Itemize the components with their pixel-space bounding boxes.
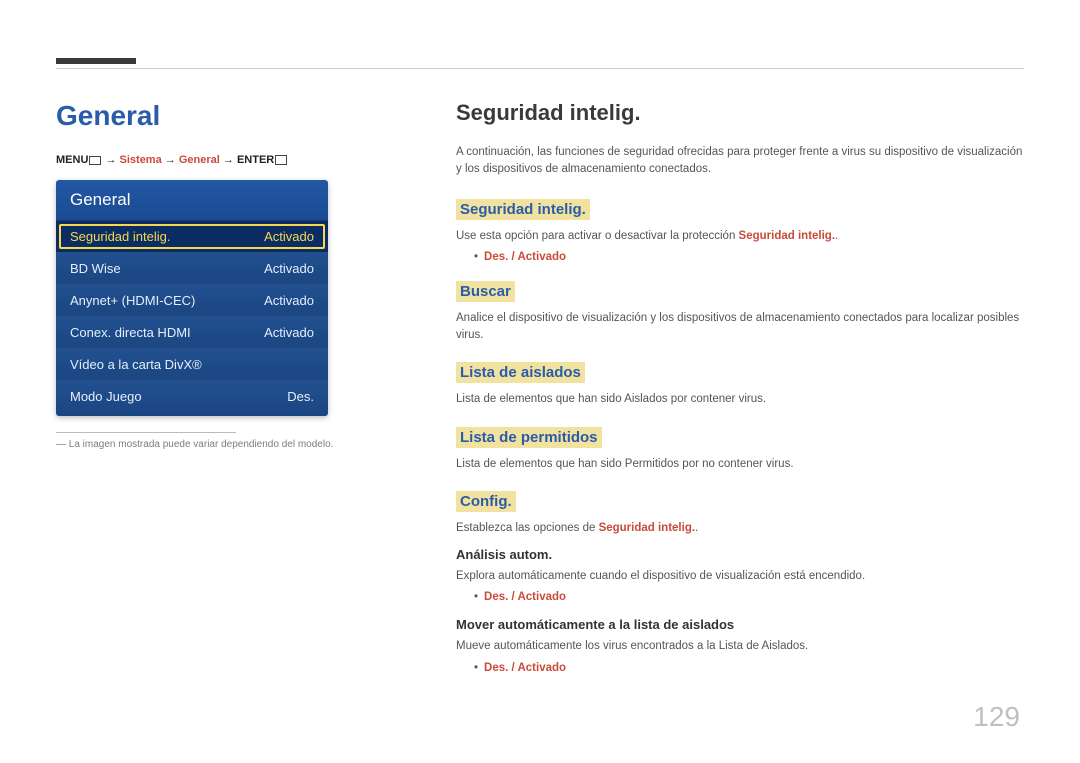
footnote-dash: ― <box>56 439 66 450</box>
menu-row-value: Activado <box>264 325 314 340</box>
intro-text: A continuación, las funciones de segurid… <box>456 144 1024 179</box>
sub-heading: Análisis autom. <box>456 547 1024 562</box>
menu-row-label: Seguridad intelig. <box>70 229 170 244</box>
menu-row-label: Vídeo a la carta DivX® <box>70 357 202 372</box>
option-bullet: • Des. / Activado <box>474 591 1024 603</box>
breadcrumb-arrow: → <box>105 154 119 166</box>
text: . <box>695 522 698 534</box>
subsection-title: Lista de permitidos <box>456 427 602 448</box>
section-heading: Seguridad intelig. <box>456 100 1024 126</box>
bullet-dot: • <box>474 591 478 603</box>
menu-icon <box>89 156 101 165</box>
text: Establezca las opciones de <box>456 522 599 534</box>
subsection-body: Establezca las opciones de Seguridad int… <box>456 520 1024 537</box>
menu-row-value: Activado <box>264 229 314 244</box>
breadcrumb: MENU → Sistema → General → ENTER <box>56 154 386 166</box>
menu-row-label: Conex. directa HDMI <box>70 325 191 340</box>
subsection-permitidos: Lista de permitidos Lista de elementos q… <box>456 423 1024 473</box>
subsection-title: Buscar <box>456 281 515 302</box>
text-highlight: Seguridad intelig. <box>599 522 695 534</box>
enter-icon <box>275 155 287 165</box>
menu-row-seguridad[interactable]: Seguridad intelig. Activado <box>56 220 328 252</box>
option-bullet: • Des. / Activado <box>474 662 1024 674</box>
option-values: Des. / Activado <box>484 591 566 603</box>
breadcrumb-arrow: → <box>223 154 237 166</box>
menu-row-value: Activado <box>264 293 314 308</box>
option-values: Des. / Activado <box>484 662 566 674</box>
option-values: Des. / Activado <box>484 251 566 263</box>
footnote-divider <box>56 432 236 433</box>
subsection-config: Config. Establezca las opciones de Segur… <box>456 487 1024 674</box>
subsection-body: Analice el dispositivo de visualización … <box>456 310 1024 345</box>
left-column: General MENU → Sistema → General → ENTER… <box>56 100 386 450</box>
menu-panel-header: General <box>56 180 328 220</box>
bullet-dot: • <box>474 251 478 263</box>
text-highlight: Seguridad intelig. <box>739 230 835 242</box>
bullet-dot: • <box>474 662 478 674</box>
subsection-body: Use esta opción para activar o desactiva… <box>456 228 1024 245</box>
menu-row-value: Des. <box>287 389 314 404</box>
subsection-aislados: Lista de aislados Lista de elementos que… <box>456 358 1024 408</box>
menu-row-label: BD Wise <box>70 261 121 276</box>
subsection-body: Lista de elementos que han sido Permitid… <box>456 456 1024 473</box>
page-number: 129 <box>973 701 1020 733</box>
menu-panel: General Seguridad intelig. Activado BD W… <box>56 180 328 416</box>
option-bullet: • Des. / Activado <box>474 251 1024 263</box>
subsection-title: Seguridad intelig. <box>456 199 590 220</box>
text: . <box>835 230 838 242</box>
menu-row-anynet[interactable]: Anynet+ (HDMI-CEC) Activado <box>56 284 328 316</box>
header-bar <box>56 58 136 64</box>
subsection-seguridad: Seguridad intelig. Use esta opción para … <box>456 195 1024 263</box>
menu-row-juego[interactable]: Modo Juego Des. <box>56 380 328 416</box>
menu-row-label: Anynet+ (HDMI-CEC) <box>70 293 195 308</box>
breadcrumb-menu: MENU <box>56 154 88 166</box>
menu-row-divx[interactable]: Vídeo a la carta DivX® <box>56 348 328 380</box>
menu-row-label: Modo Juego <box>70 389 142 404</box>
breadcrumb-arrow: → <box>165 154 179 166</box>
sub-heading: Mover automáticamente a la lista de aisl… <box>456 617 1024 632</box>
right-column: Seguridad intelig. A continuación, las f… <box>456 100 1024 688</box>
breadcrumb-enter: ENTER <box>237 154 274 166</box>
subsection-body: Lista de elementos que han sido Aislados… <box>456 391 1024 408</box>
subsection-buscar: Buscar Analice el dispositivo de visuali… <box>456 277 1024 345</box>
subsection-title: Lista de aislados <box>456 362 585 383</box>
sub-body: Explora automáticamente cuando el dispos… <box>456 568 1024 585</box>
subsection-title: Config. <box>456 491 516 512</box>
breadcrumb-general: General <box>179 154 220 166</box>
breadcrumb-sistema: Sistema <box>120 154 162 166</box>
footnote: ― La imagen mostrada puede variar depend… <box>56 439 386 450</box>
menu-row-bdwise[interactable]: BD Wise Activado <box>56 252 328 284</box>
text: Use esta opción para activar o desactiva… <box>456 230 739 242</box>
menu-row-value: Activado <box>264 261 314 276</box>
header-divider <box>56 68 1024 69</box>
sub-body: Mueve automáticamente los virus encontra… <box>456 638 1024 655</box>
menu-row-conex[interactable]: Conex. directa HDMI Activado <box>56 316 328 348</box>
page-title: General <box>56 100 386 132</box>
footnote-text: La imagen mostrada puede variar dependie… <box>69 439 334 450</box>
